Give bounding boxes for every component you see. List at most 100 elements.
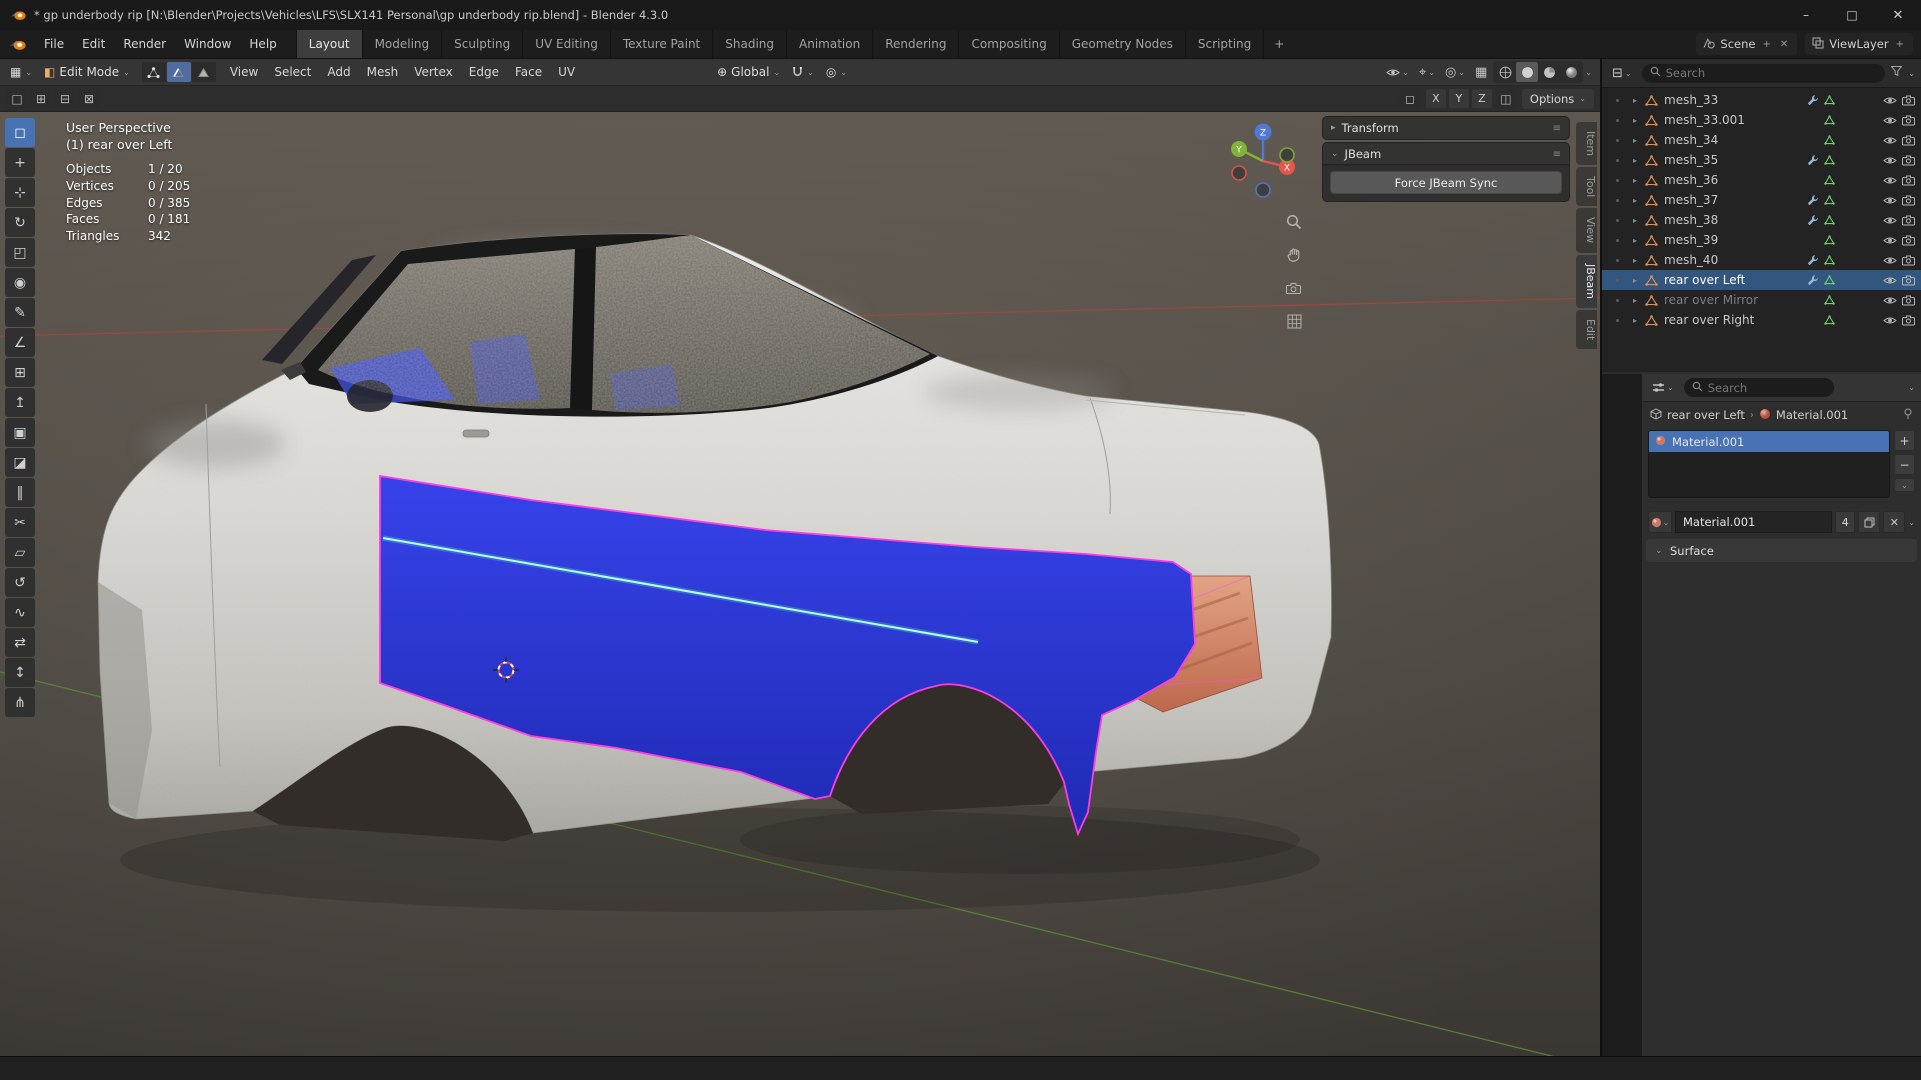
bevel-tool-icon[interactable]: ◪ — [5, 448, 35, 477]
select-box-tool-icon[interactable]: ◻ — [5, 118, 35, 147]
shrink-fatten-tool-icon[interactable]: ↕ — [5, 658, 35, 687]
viewport-menu-face[interactable]: Face — [507, 59, 550, 85]
workspace-tab-scripting[interactable]: Scripting — [1185, 30, 1263, 58]
loop-cut-tool-icon[interactable]: ‖ — [5, 478, 35, 507]
select-intersect-icon[interactable]: ⊠ — [78, 89, 100, 109]
outliner-item-rear-over-right[interactable]: ▸rear over Right — [1602, 310, 1921, 330]
disclosure-arrow-icon[interactable]: ▸ — [1629, 176, 1641, 185]
disclosure-arrow-icon[interactable]: ▸ — [1629, 316, 1641, 325]
disclosure-arrow-icon[interactable]: ▸ — [1629, 296, 1641, 305]
sidebar-tab-view[interactable]: View — [1576, 208, 1597, 252]
solid-shading-button[interactable] — [1516, 62, 1538, 82]
3d-viewport-canvas[interactable]: ◻+⊹↻◰◉✎∠⊞↥▣◪‖✂▱↺∿⇄↕⋔ User Perspective (1… — [0, 112, 1600, 1056]
face-select-button[interactable] — [192, 62, 216, 82]
disable-render-icon[interactable] — [1902, 235, 1916, 246]
add-slot-button[interactable]: + — [1894, 430, 1915, 451]
workspace-tab-animation[interactable]: Animation — [786, 30, 872, 58]
hide-eye-icon[interactable] — [1883, 215, 1897, 226]
gizmos-dropdown[interactable]: ⌖⌄ — [1415, 61, 1439, 83]
menu-edit[interactable]: Edit — [73, 30, 114, 58]
transform-orientation-dropdown[interactable]: ⊕Global⌄ — [711, 61, 786, 83]
disable-render-icon[interactable] — [1902, 135, 1916, 146]
outliner-item-mesh-37[interactable]: ▸mesh_37 — [1602, 190, 1921, 210]
select-subtract-icon[interactable]: ⊟ — [54, 89, 76, 109]
disclosure-arrow-icon[interactable]: ▸ — [1629, 136, 1641, 145]
minimize-button[interactable]: – — [1783, 0, 1829, 30]
scale-tool-icon[interactable]: ◰ — [5, 238, 35, 267]
close-button[interactable]: ✕ — [1875, 0, 1921, 30]
mirror-x-button[interactable]: X — [1426, 89, 1446, 108]
wireframe-shading-button[interactable] — [1494, 62, 1516, 82]
disable-render-icon[interactable] — [1902, 295, 1916, 306]
add-workspace-button[interactable]: + — [1263, 30, 1294, 58]
breadcrumb-object[interactable]: rear over Left — [1667, 408, 1745, 422]
browse-material-icon[interactable]: ⌄ — [1648, 511, 1672, 533]
workspace-tab-sculpting[interactable]: Sculpting — [441, 30, 522, 58]
mirror-z-button[interactable]: Z — [1472, 89, 1492, 108]
workspace-tab-compositing[interactable]: Compositing — [958, 30, 1058, 58]
vertex-select-button[interactable] — [142, 62, 166, 82]
hide-eye-icon[interactable] — [1883, 315, 1897, 326]
move-tool-icon[interactable]: ⊹ — [5, 178, 35, 207]
outliner-item-rear-over-mirror[interactable]: ▸rear over Mirror — [1602, 290, 1921, 310]
menu-file[interactable]: File — [35, 30, 73, 58]
properties-options-icon[interactable]: ⌄ — [1908, 383, 1915, 392]
pin-icon[interactable] — [1903, 408, 1913, 423]
zoom-icon[interactable] — [1282, 210, 1306, 234]
hide-eye-icon[interactable] — [1883, 235, 1897, 246]
inset-faces-tool-icon[interactable]: ▣ — [5, 418, 35, 447]
menu-render[interactable]: Render — [114, 30, 175, 58]
sidebar-tab-tool[interactable]: Tool — [1576, 167, 1597, 206]
outliner-item-mesh-35[interactable]: ▸mesh_35 — [1602, 150, 1921, 170]
disable-render-icon[interactable] — [1902, 275, 1916, 286]
outliner-search-input[interactable] — [1666, 66, 1878, 80]
material-slot-list[interactable]: Material.001 — [1648, 430, 1890, 498]
disable-render-icon[interactable] — [1902, 315, 1916, 326]
sidebar-tab-edit[interactable]: Edit — [1576, 310, 1597, 349]
mode-selector[interactable]: ◧Edit Mode⌄ — [38, 61, 136, 83]
viewport-menu-edge[interactable]: Edge — [461, 59, 507, 85]
workspace-tab-modeling[interactable]: Modeling — [362, 30, 442, 58]
workspace-tab-shading[interactable]: Shading — [712, 30, 786, 58]
outliner-item-mesh-33[interactable]: ▸mesh_33 — [1602, 90, 1921, 110]
properties-editor-icon[interactable]: ⌄ — [1648, 377, 1678, 399]
measure-tool-icon[interactable]: ∠ — [5, 328, 35, 357]
menu-help[interactable]: Help — [240, 30, 285, 58]
snap-toggle[interactable]: ⌄ — [786, 61, 820, 83]
outliner-item-mesh-33-001[interactable]: ▸mesh_33.001 — [1602, 110, 1921, 130]
outliner-editor-icon[interactable]: ⊟⌄ — [1608, 62, 1636, 84]
unlink-material-icon[interactable]: ✕ — [1883, 511, 1905, 533]
snap-options-icon[interactable]: ◫ — [1495, 89, 1517, 109]
outliner-item-mesh-40[interactable]: ▸mesh_40 — [1602, 250, 1921, 270]
disable-render-icon[interactable] — [1902, 175, 1916, 186]
outliner-item-mesh-36[interactable]: ▸mesh_36 — [1602, 170, 1921, 190]
material-shading-button[interactable] — [1538, 62, 1560, 82]
disclosure-arrow-icon[interactable]: ▸ — [1629, 276, 1641, 285]
poly-build-tool-icon[interactable]: ▱ — [5, 538, 35, 567]
datablock-options-icon[interactable]: ⌄ — [1908, 518, 1915, 527]
viewlayer-selector[interactable]: ViewLayer + — [1805, 33, 1913, 55]
workspace-tab-rendering[interactable]: Rendering — [872, 30, 958, 58]
disclosure-arrow-icon[interactable]: ▸ — [1629, 156, 1641, 165]
workspace-tab-texture-paint[interactable]: Texture Paint — [610, 30, 712, 58]
viewport-menu-select[interactable]: Select — [266, 59, 319, 85]
surface-panel-header[interactable]: ⌄Surface — [1646, 539, 1917, 562]
knife-tool-icon[interactable]: ✂ — [5, 508, 35, 537]
disable-render-icon[interactable] — [1902, 255, 1916, 266]
hide-eye-icon[interactable] — [1883, 295, 1897, 306]
viewport-menu-vertex[interactable]: Vertex — [406, 59, 461, 85]
properties-search[interactable] — [1684, 378, 1834, 397]
select-new-icon[interactable]: □ — [6, 89, 28, 109]
copy-material-icon[interactable] — [1858, 511, 1880, 533]
annotate-tool-icon[interactable]: ✎ — [5, 298, 35, 327]
hide-eye-icon[interactable] — [1883, 175, 1897, 186]
options-dropdown[interactable]: Options⌄ — [1522, 89, 1594, 109]
cursor-tool-icon[interactable]: + — [5, 148, 35, 177]
force-jbeam-sync-button[interactable]: Force JBeam Sync — [1330, 171, 1562, 194]
disclosure-arrow-icon[interactable]: ▸ — [1629, 116, 1641, 125]
disclosure-arrow-icon[interactable]: ▸ — [1629, 236, 1641, 245]
hide-eye-icon[interactable] — [1883, 255, 1897, 266]
rotate-tool-icon[interactable]: ↻ — [5, 208, 35, 237]
menu-window[interactable]: Window — [175, 30, 240, 58]
smooth-tool-icon[interactable]: ∿ — [5, 598, 35, 627]
